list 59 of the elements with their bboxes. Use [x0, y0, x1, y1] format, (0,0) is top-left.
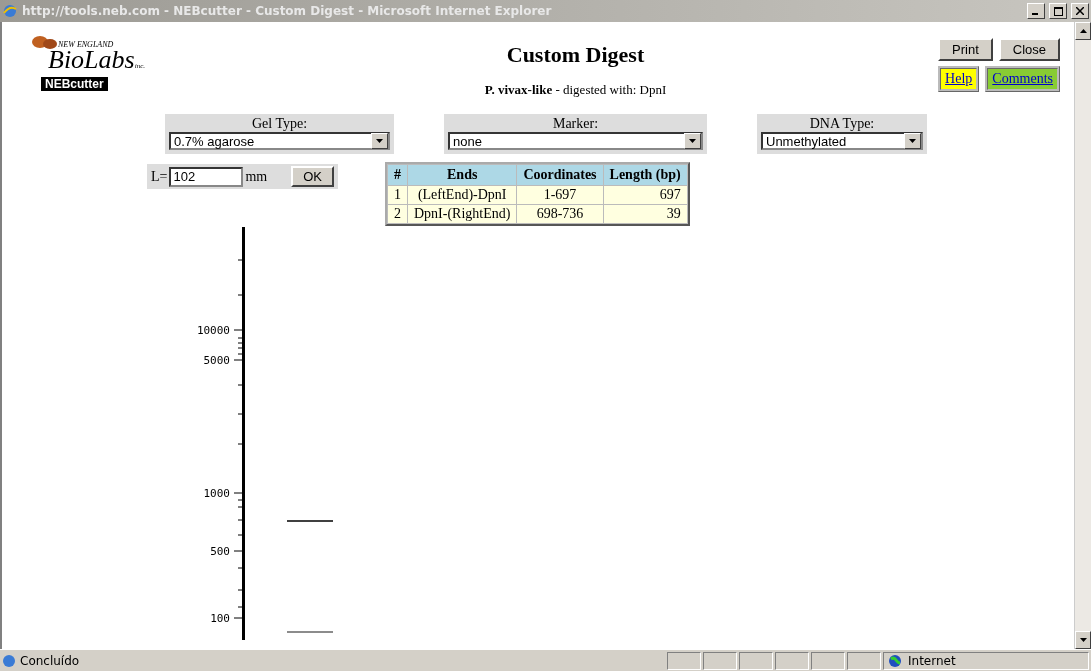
down-arrow-icon	[1079, 638, 1087, 642]
dropdown[interactable]: none	[448, 132, 703, 150]
status-panel	[703, 651, 737, 670]
select-label: Marker:	[552, 116, 599, 132]
comments-link[interactable]: Comments	[985, 66, 1060, 92]
logo-tagline: NEW ENGLAND	[58, 40, 115, 49]
scroll-up-button[interactable]	[1075, 22, 1091, 40]
logo-badge: NEBcutter	[41, 77, 108, 91]
caret-icon	[909, 139, 916, 143]
close-icon	[1076, 7, 1084, 15]
select-label: DNA Type:	[809, 116, 875, 132]
status-text: Concluído	[20, 653, 80, 668]
scroll-down-button[interactable]	[1075, 631, 1091, 649]
up-arrow-icon	[1079, 29, 1087, 33]
scale-label: 1000	[203, 487, 230, 500]
table-cell: (LeftEnd)-DpnI	[408, 186, 517, 204]
page-icon	[2, 653, 16, 668]
status-panel	[811, 651, 845, 670]
table-cell: 39	[603, 205, 687, 223]
column-header: Ends	[408, 165, 517, 185]
length-unit: mm	[245, 168, 268, 185]
length-prefix: L=	[151, 168, 168, 185]
minimize-button[interactable]	[1027, 3, 1045, 19]
help-link[interactable]: Help	[938, 66, 980, 92]
column-header: Coordinates	[517, 165, 603, 185]
caret-icon	[376, 139, 383, 143]
dropdown[interactable]: Unmethylated	[761, 132, 923, 150]
page-button[interactable]: Print	[938, 38, 993, 61]
select-label: Gel Type:	[251, 116, 308, 132]
maximize-icon	[1053, 6, 1063, 16]
ok-button[interactable]: OK	[291, 166, 335, 187]
caret-icon	[689, 139, 696, 143]
close-button[interactable]	[1071, 3, 1089, 19]
scale-label: 10000	[196, 324, 230, 337]
scale-label: 100	[210, 612, 230, 625]
status-panel	[847, 651, 881, 670]
table-cell: 697	[603, 186, 687, 204]
status-panel	[667, 651, 701, 670]
table-cell: 698-736	[517, 205, 603, 223]
table-cell: DpnI-(RightEnd)	[408, 205, 517, 223]
column-header: Length (bp)	[603, 165, 687, 185]
page-subtitle: P. vivax-like - digested with: DpnI	[484, 82, 667, 98]
length-field[interactable]: 102	[169, 166, 244, 187]
scale-label: 5000	[203, 354, 230, 367]
zone-text: Internet	[908, 653, 956, 668]
page-title: Custom Digest	[506, 42, 645, 68]
status-panel	[739, 651, 773, 670]
browser-icon	[2, 3, 18, 19]
window-title: http://tools.neb.com - NEBcutter - Custom Digest - Microsoft Internet Explorer	[22, 4, 553, 18]
globe-icon	[888, 653, 902, 668]
scale-label: 500	[210, 545, 230, 558]
table-cell: 1-697	[517, 186, 603, 204]
column-header: #	[388, 165, 407, 185]
table-cell: 1	[388, 186, 407, 204]
maximize-button[interactable]	[1049, 3, 1067, 19]
status-panel	[775, 651, 809, 670]
table-cell: 2	[388, 205, 407, 223]
dropdown[interactable]: 0.7% agarose	[169, 132, 390, 150]
page-button[interactable]: Close	[998, 38, 1060, 61]
